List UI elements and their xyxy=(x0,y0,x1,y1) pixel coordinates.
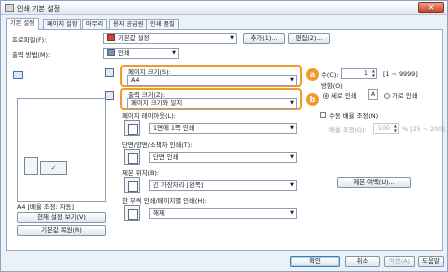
cancel-button[interactable]: 취소 xyxy=(345,256,380,267)
profile-label: 프로파일(F): xyxy=(12,36,47,44)
output-method-label: 출력 방법(M): xyxy=(12,51,51,59)
page-size-select[interactable]: A4 ▼ xyxy=(127,75,297,86)
landscape-radio[interactable] xyxy=(384,93,390,99)
print-preferences-window: 인쇄 기본 설정 ✕ 기본 설정 페이지 설정 마무리 용지 공급원 인쇄 품질… xyxy=(0,0,448,272)
page-layout-icon xyxy=(124,120,140,136)
duplex-value: 단면 인쇄 xyxy=(153,153,179,161)
orientation-portrait-option[interactable]: 세로 인쇄 xyxy=(323,91,357,100)
callout-b-badge: b xyxy=(306,93,319,106)
duplex-select[interactable]: 단면 인쇄 ▼ xyxy=(149,152,297,163)
printer-preview-icon: ✓ xyxy=(40,161,67,175)
scale-label: 배율 조정(Q): xyxy=(329,126,367,134)
portrait-radio[interactable] xyxy=(323,93,329,99)
scale-spinner[interactable]: 100 ▲ ▼ xyxy=(373,123,399,134)
chevron-down-icon: ▼ xyxy=(290,77,294,83)
scale-value: 100 xyxy=(377,124,390,132)
chevron-down-icon: ▼ xyxy=(230,35,234,41)
printer-icon xyxy=(5,4,14,12)
basic-settings-panel: 프로파일(F): 기본값 설정 ▼ 추가(1)... 편집(2)... 출력 방… xyxy=(6,29,445,251)
ok-button[interactable]: 확인 xyxy=(290,256,340,267)
edit-profile-button[interactable]: 편집(2)... xyxy=(288,33,330,44)
chevron-down-icon: ▼ xyxy=(290,125,294,131)
preview-layout-icon[interactable] xyxy=(13,71,23,79)
output-method-select[interactable]: 인쇄 ▼ xyxy=(103,48,179,59)
portrait-preview-icon: A xyxy=(368,89,378,100)
chevron-down-icon: ▼ xyxy=(172,50,176,56)
output-size-value: 페이지 크기와 일치 xyxy=(131,99,183,107)
copies-value: 1 xyxy=(363,69,368,77)
collate-select[interactable]: 해제 ▼ xyxy=(149,208,297,219)
output-size-icon xyxy=(105,91,114,100)
collate-icon xyxy=(124,205,140,221)
spinner-arrows-icon[interactable]: ▲ ▼ xyxy=(394,123,397,133)
spinner-arrows-icon[interactable]: ▲ ▼ xyxy=(372,68,375,78)
chevron-down-icon: ▼ xyxy=(290,100,294,106)
binding-icon xyxy=(124,177,140,193)
collate-value: 해제 xyxy=(153,209,165,217)
duplex-label: 단면/양면/소책자 인쇄(T): xyxy=(122,141,193,149)
binding-select[interactable]: 긴 가장자리 [왼쪽] ▼ xyxy=(149,180,297,191)
profile-select[interactable]: 기본값 설정 ▼ xyxy=(103,33,237,44)
close-button[interactable]: ✕ xyxy=(418,2,444,13)
chevron-down-icon: ▼ xyxy=(290,154,294,160)
orientation-landscape-option[interactable]: 가로 인쇄 xyxy=(384,91,418,100)
portrait-label: 세로 인쇄 xyxy=(331,92,357,100)
document-pages-icon xyxy=(24,157,38,175)
orientation-label: 방향(O) xyxy=(321,82,343,90)
print-icon xyxy=(107,49,115,56)
page-layout-label: 페이지 레이아웃(L): xyxy=(122,112,176,120)
preview-caption: A4 [배율 조정: 자동] xyxy=(17,203,74,211)
manual-scaling-checkbox[interactable] xyxy=(320,112,326,118)
callout-a-badge: a xyxy=(306,68,319,81)
duplex-icon xyxy=(124,149,140,165)
page-size-value: A4 xyxy=(131,76,140,84)
help-button[interactable]: 도움말 xyxy=(418,256,444,267)
apply-button[interactable]: 적용(A) xyxy=(384,256,415,267)
page-layout-value: 1면에 1쪽 인쇄 xyxy=(153,124,195,132)
title-bar: 인쇄 기본 설정 ✕ xyxy=(1,1,447,15)
chevron-down-icon: ▼ xyxy=(290,182,294,188)
scale-range: % [25 ~ 200] xyxy=(402,125,445,133)
view-settings-button[interactable]: 현재 설정 보기(V) xyxy=(17,212,106,223)
page-preview: ✓ xyxy=(17,98,106,202)
restore-defaults-button[interactable]: 기본값 복원(R) xyxy=(17,225,106,236)
binding-margin-button[interactable]: 제본 여백(U)... xyxy=(337,177,411,188)
manual-scaling-label: 수동 배율 조정(N) xyxy=(329,112,379,120)
binding-label: 제본 위치(B): xyxy=(122,169,160,177)
collate-label: 한 부씩 인쇄/페이지별 인쇄(H): xyxy=(122,197,207,205)
profile-value: 기본값 설정 xyxy=(118,34,150,42)
output-method-value: 인쇄 xyxy=(118,49,130,57)
copies-label: 수(C): xyxy=(321,71,339,79)
output-size-select[interactable]: 페이지 크기와 일치 ▼ xyxy=(127,98,297,109)
page-layout-select[interactable]: 1면에 1쪽 인쇄 ▼ xyxy=(149,123,297,134)
add-profile-button[interactable]: 추가(1)... xyxy=(243,33,285,44)
copies-range: [1 ~ 9999] xyxy=(383,70,418,78)
tab-basic-settings[interactable]: 기본 설정 xyxy=(6,18,39,30)
copies-spinner[interactable]: 1 ▲ ▼ xyxy=(341,68,377,79)
chevron-down-icon: ▼ xyxy=(290,210,294,216)
page-size-icon xyxy=(105,68,114,77)
profile-icon xyxy=(107,34,115,41)
binding-value: 긴 가장자리 [왼쪽] xyxy=(153,181,204,189)
landscape-label: 가로 인쇄 xyxy=(392,92,418,100)
window-title: 인쇄 기본 설정 xyxy=(17,5,61,13)
